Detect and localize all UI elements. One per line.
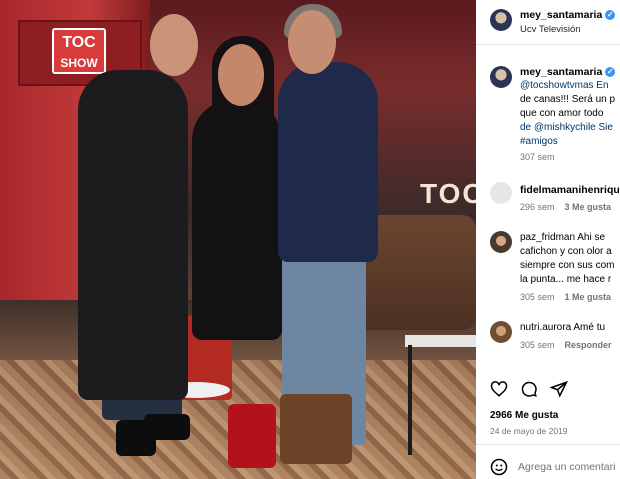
comment-time: 305 sem xyxy=(520,340,555,350)
divider xyxy=(476,44,620,45)
comment-likes[interactable]: 1 Me gusta xyxy=(565,292,612,302)
man-left-head xyxy=(150,14,198,76)
caption-avatar[interactable] xyxy=(490,66,512,88)
emoji-icon[interactable] xyxy=(490,458,508,476)
comment-meta: 296 sem 3 Me gusta xyxy=(520,202,611,212)
comment-avatar[interactable] xyxy=(490,321,512,343)
toc-show-logo: TOC SHOW xyxy=(52,28,106,74)
woman xyxy=(192,100,282,340)
red-heels xyxy=(228,404,276,468)
author-avatar[interactable] xyxy=(490,9,512,31)
shoe xyxy=(144,414,190,440)
post-side-panel: mey_santamaria ✓ Ucv Televisión mey_santa… xyxy=(476,0,620,479)
comment-avatar[interactable] xyxy=(490,231,512,253)
divider xyxy=(476,444,620,445)
heart-icon[interactable] xyxy=(490,380,508,398)
side-table xyxy=(405,335,476,347)
comment-text: cafichon y con olor a xyxy=(520,246,612,257)
add-comment-input[interactable]: Agrega un comentari xyxy=(518,461,615,473)
caption-time: 307 sem xyxy=(520,152,555,162)
comment-time: 305 sem xyxy=(520,292,555,302)
man-right-head xyxy=(288,10,336,74)
post-header: mey_santamaria ✓ Ucv Televisión xyxy=(476,0,620,44)
comment-text: nutri.aurora Amé tu xyxy=(520,322,606,333)
woman-head xyxy=(218,44,264,106)
comment-text: paz_fridman Ahi se xyxy=(520,232,606,243)
table-leg xyxy=(408,345,412,455)
share-icon[interactable] xyxy=(550,380,568,398)
caption-line[interactable]: de @mishkychile Sie xyxy=(520,122,613,133)
comment-time: 296 sem xyxy=(520,202,555,212)
comment-username[interactable]: fidelmamanihenriqu xyxy=(520,184,620,196)
reply-link[interactable]: Responder xyxy=(565,340,612,350)
post-photo[interactable]: TOC SHOW TOC xyxy=(0,0,476,479)
caption-line: que con amor todo xyxy=(520,108,604,119)
neon-sign: TOC xyxy=(420,178,476,209)
comment-avatar[interactable] xyxy=(490,182,512,204)
author-username[interactable]: mey_santamaria ✓ xyxy=(520,9,616,21)
comment-meta: 305 sem 1 Me gusta xyxy=(520,292,611,302)
caption-line: de canas!!! Será un p xyxy=(520,94,616,105)
comment-icon[interactable] xyxy=(520,380,538,398)
brown-boots xyxy=(280,394,352,464)
man-left xyxy=(78,70,188,400)
comment-text: siempre con sus com xyxy=(520,260,615,271)
verified-icon: ✓ xyxy=(605,10,616,20)
caption-hashtag[interactable]: #amigos xyxy=(520,136,558,147)
comment-meta: 305 sem Responder xyxy=(520,340,612,350)
comment-likes[interactable]: 3 Me gusta xyxy=(565,202,612,212)
post-location[interactable]: Ucv Televisión xyxy=(520,24,581,35)
caption-username[interactable]: mey_santamaria ✓ xyxy=(520,66,616,78)
verified-icon: ✓ xyxy=(605,67,616,77)
man-right xyxy=(278,62,378,262)
comment-text: la punta... me hace r xyxy=(520,274,612,285)
post-date: 24 de mayo de 2019 xyxy=(490,426,568,436)
caption-line[interactable]: @tocshowtvmas En xyxy=(520,80,609,91)
likes-count[interactable]: 2966 Me gusta xyxy=(490,410,558,421)
